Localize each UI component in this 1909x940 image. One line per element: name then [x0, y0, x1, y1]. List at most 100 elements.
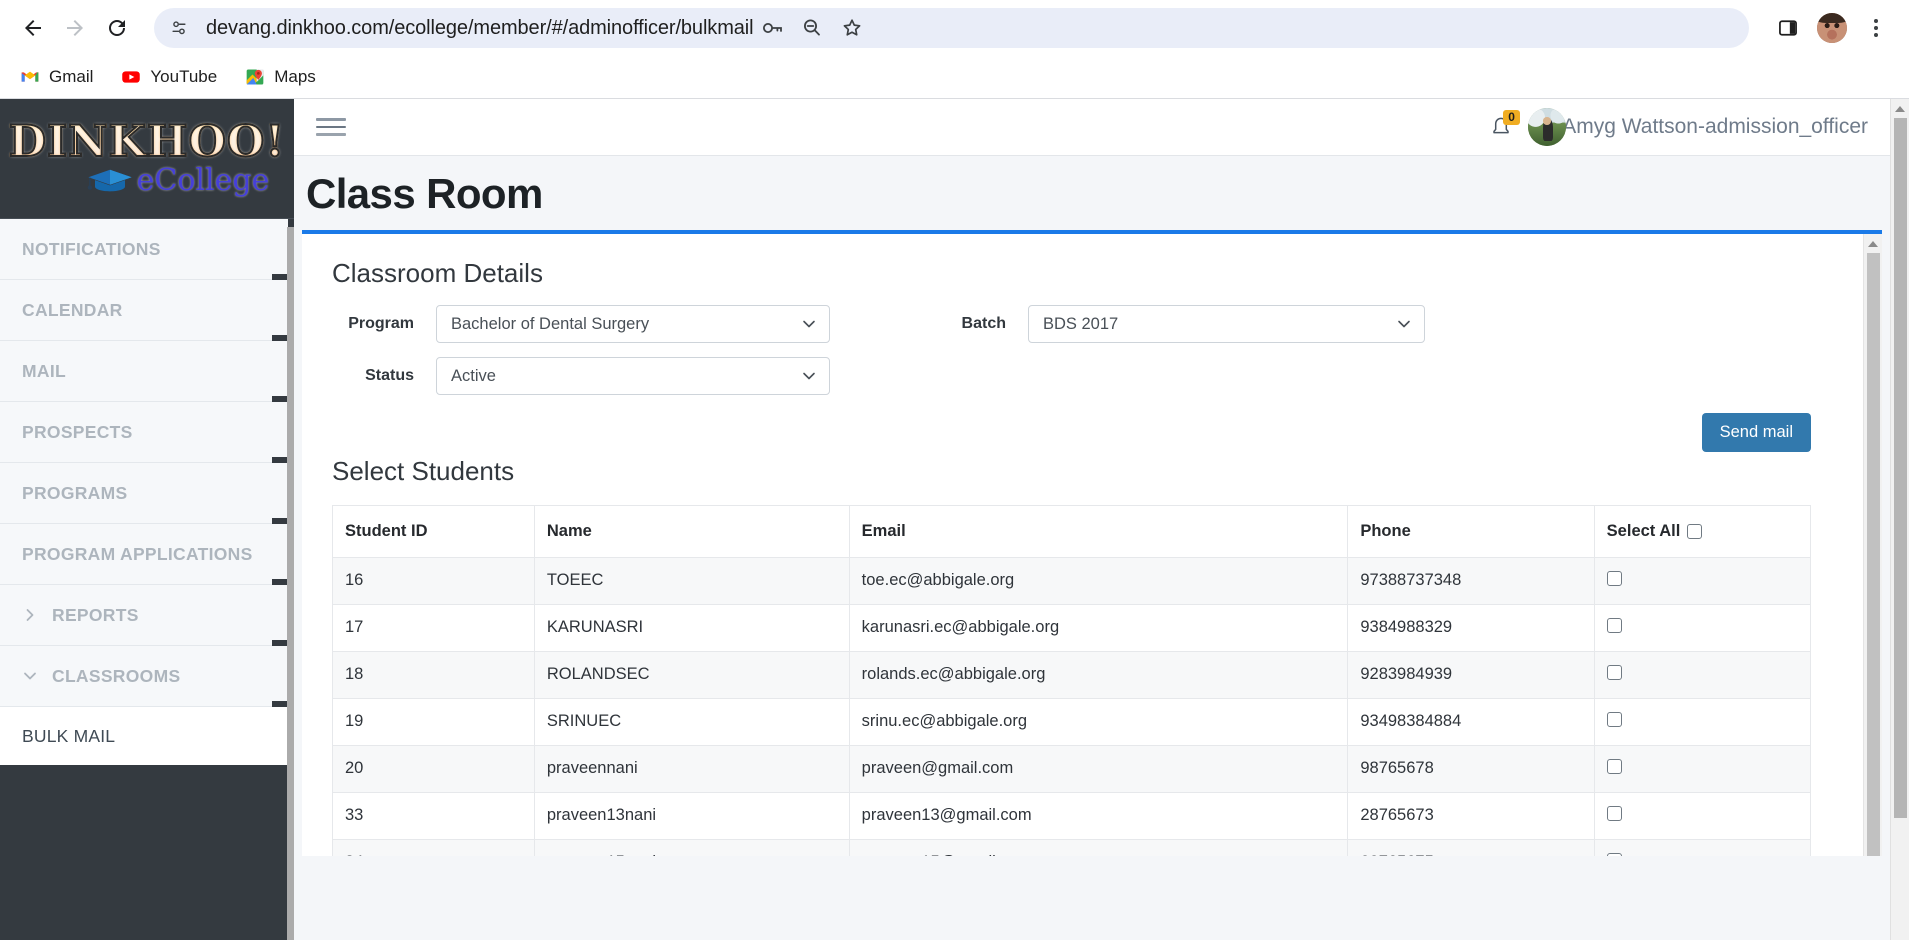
- forward-arrow-icon: [67, 20, 83, 36]
- table-row[interactable]: 20 praveennani praveen@gmail.com 98765678: [332, 744, 1812, 793]
- avatar-head: [1543, 117, 1551, 125]
- row-select-checkbox[interactable]: [1606, 805, 1622, 821]
- batch-value: BDS 2017: [1043, 314, 1119, 333]
- page-title-area: Class Room: [294, 156, 1890, 230]
- bookmark-youtube[interactable]: YouTube: [109, 61, 229, 93]
- cell-name: praveennani: [533, 744, 850, 793]
- sidebar-item-label: MAIL: [22, 360, 66, 381]
- zoom-out-button[interactable]: [793, 9, 831, 47]
- table-row[interactable]: 33 praveen13nani praveen13@gmail.com 287656…: [332, 791, 1812, 840]
- row-select-checkbox[interactable]: [1606, 711, 1622, 727]
- sidebar-item-reports[interactable]: REPORTS: [0, 585, 288, 646]
- cell-name: praveen13nani: [533, 791, 850, 840]
- table-row[interactable]: 19 SRINUEC srinu.ec@abbigale.org 9349838488…: [332, 697, 1812, 746]
- row-select-checkbox[interactable]: [1606, 617, 1622, 633]
- form-row-program-batch: Program Bachelor of Dental Surgery Batch: [332, 305, 1852, 343]
- brand-logo[interactable]: DINKHOO! eCollege: [0, 99, 294, 219]
- row-select-checkbox[interactable]: [1606, 852, 1622, 856]
- back-button[interactable]: [14, 9, 52, 47]
- brand-name: DINKHOO!: [5, 120, 290, 165]
- cell-name: KARUNASRI: [533, 603, 850, 652]
- cell-phone: 28765675: [1347, 838, 1595, 856]
- site-settings-icon: [172, 21, 186, 35]
- cell-student-id: 34: [332, 838, 535, 856]
- page-scrollbar[interactable]: [1890, 99, 1909, 940]
- user-profile-chip[interactable]: Amyg Wattson-admission_officer: [1528, 108, 1868, 146]
- address-bar[interactable]: devang.dinkhoo.com/ecollege/member/#/adm…: [154, 8, 1749, 48]
- select-all-checkbox[interactable]: [1687, 523, 1703, 539]
- notifications-button[interactable]: 0: [1490, 110, 1520, 139]
- cell-email: toe.ec@abbigale.org: [848, 556, 1349, 605]
- sidebar-subitem-bulk-mail[interactable]: BULK MAIL: [0, 707, 288, 765]
- batch-select[interactable]: BDS 2017: [1028, 305, 1425, 343]
- table-row[interactable]: 18 ROLANDSEC rolands.ec@abbigale.org 928398…: [332, 650, 1812, 699]
- select-all-group[interactable]: Select All: [1607, 522, 1703, 541]
- bookmark-maps[interactable]: Maps: [233, 61, 328, 93]
- sidebar-scrollbar[interactable]: [287, 227, 294, 940]
- menu-dot: [1874, 33, 1878, 37]
- cell-phone: 28765673: [1347, 791, 1595, 840]
- hamburger-menu-icon[interactable]: [316, 118, 346, 136]
- browser-menu-button[interactable]: [1857, 9, 1895, 47]
- page-scroll-up-button[interactable]: [1891, 99, 1909, 118]
- program-select[interactable]: Bachelor of Dental Surgery: [436, 305, 830, 343]
- status-select[interactable]: Active: [436, 357, 830, 395]
- chevron-up-icon: [1895, 105, 1905, 112]
- menu-line: [316, 118, 346, 121]
- site-settings-button[interactable]: [164, 13, 194, 43]
- user-name-label: Amyg Wattson-admission_officer: [1562, 115, 1868, 138]
- card-scrollbar[interactable]: [1863, 234, 1882, 856]
- cell-name: praveen15nani: [533, 838, 850, 856]
- form-row-status: Status Active: [332, 357, 1852, 395]
- cell-email: praveen15@gmail.com: [848, 838, 1349, 856]
- sidebar-item-calendar[interactable]: CALENDAR: [0, 280, 288, 341]
- sidebar-item-mail[interactable]: MAIL: [0, 341, 288, 402]
- sidebar-item-programs[interactable]: PROGRAMS: [0, 463, 288, 524]
- card-content: Classroom Details Program Bachelor of De…: [302, 234, 1882, 856]
- page-title: Class Room: [306, 170, 543, 217]
- sidebar-item-classrooms[interactable]: CLASSROOMS: [0, 646, 288, 707]
- status-label: Status: [365, 367, 414, 384]
- program-label: Program: [348, 315, 414, 332]
- browser-profile-avatar[interactable]: [1817, 13, 1847, 43]
- chevron-right-icon: [22, 607, 38, 623]
- page-scroll-thumb[interactable]: [1894, 118, 1907, 818]
- side-panel-button[interactable]: [1769, 9, 1807, 47]
- bookmark-button[interactable]: [833, 9, 871, 47]
- table-row[interactable]: 34praveen15nanipraveen15@gmail.com287656…: [332, 838, 1812, 856]
- bookmark-label: Maps: [274, 67, 316, 86]
- cell-name: SRINUEC: [533, 697, 850, 746]
- sidebar-item-label: REPORTS: [52, 604, 139, 625]
- students-table: Student ID Name Email Phone Select All 1…: [332, 504, 1812, 856]
- sidebar-item-label: CALENDAR: [22, 299, 123, 320]
- table-row[interactable]: 17 KARUNASRI karunasri.ec@abbigale.org 9384…: [332, 603, 1812, 652]
- cell-select: [1593, 650, 1812, 699]
- row-select-checkbox[interactable]: [1606, 664, 1622, 680]
- sidebar-item-notifications[interactable]: NOTIFICATIONS: [0, 219, 288, 280]
- col-header-select-all: Select All: [1593, 504, 1812, 558]
- row-select-checkbox[interactable]: [1606, 570, 1622, 586]
- reload-button[interactable]: [98, 9, 136, 47]
- cell-name: ROLANDSEC: [533, 650, 850, 699]
- send-mail-button[interactable]: Send mail: [1701, 413, 1811, 452]
- cell-select: [1593, 838, 1812, 856]
- col-header-student-id: Student ID: [332, 504, 535, 558]
- status-value: Active: [451, 366, 496, 385]
- table-row[interactable]: 16 TOEEC toe.ec@abbigale.org 97388737348: [332, 556, 1812, 605]
- menu-line: [316, 125, 346, 129]
- forward-button[interactable]: [56, 9, 94, 47]
- card-scroll-up-button[interactable]: [1864, 234, 1882, 253]
- sidebar-item-program-applications[interactable]: PROGRAM APPLICATIONS: [0, 524, 288, 585]
- browser-chrome: devang.dinkhoo.com/ecollege/member/#/adm…: [0, 0, 1909, 98]
- cell-name: TOEEC: [533, 556, 850, 605]
- url-text[interactable]: devang.dinkhoo.com/ecollege/member/#/adm…: [206, 17, 753, 40]
- bookmark-gmail[interactable]: Gmail: [8, 61, 105, 93]
- chevron-down-icon: [22, 668, 38, 684]
- bookmark-label: Gmail: [49, 67, 94, 86]
- table-header-row: Student ID Name Email Phone Select All: [332, 504, 1812, 558]
- password-manager-button[interactable]: [753, 9, 791, 47]
- row-select-checkbox[interactable]: [1606, 758, 1622, 774]
- app-header: 0 Amyg Wattson-admission_officer: [294, 99, 1890, 156]
- sidebar-item-prospects[interactable]: PROSPECTS: [0, 402, 288, 463]
- card-scroll-thumb[interactable]: [1867, 253, 1880, 856]
